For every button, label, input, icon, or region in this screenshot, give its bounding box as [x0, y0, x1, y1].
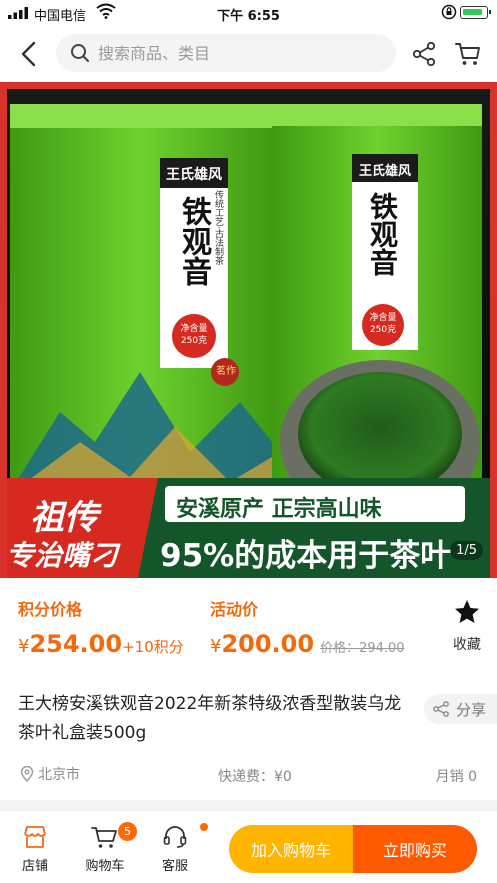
share-icon	[433, 701, 449, 717]
store-tab[interactable]: 店铺	[10, 825, 60, 874]
points-price-block: 积分价格 ¥254.00+10积分	[18, 596, 184, 658]
monthly-sales: 月销 0	[435, 769, 477, 785]
favorite-button[interactable]: 收藏	[444, 598, 490, 654]
search-icon	[71, 44, 89, 62]
currency-symbol: ¥	[210, 636, 222, 657]
headset-icon	[163, 826, 187, 848]
original-price: 价格：294.00	[320, 641, 405, 656]
service-tab[interactable]: 客服	[150, 825, 200, 874]
share-chip-button[interactable]: 分享	[424, 694, 497, 724]
top-nav-bar	[0, 26, 497, 82]
add-to-cart-button[interactable]: 加入购物车	[229, 825, 353, 873]
promo-price-block: 活动价 ¥200.00 价格：294.00	[210, 596, 405, 658]
service-label: 客服	[161, 859, 188, 874]
product-title: 王大榜安溪铁观音2022年新茶特级浓香型散装乌龙茶叶礼盒装500g	[18, 694, 402, 743]
points-price-amount: 254.00	[29, 630, 123, 658]
promo-price-value: ¥200.00 价格：294.00	[210, 630, 405, 658]
shipping-fee: 快递费：¥0	[218, 769, 292, 785]
promo-price-amount: 200.00	[221, 630, 315, 658]
points-extra: +10积分	[122, 638, 184, 656]
cart-count-badge: 5	[118, 822, 137, 841]
section-divider	[0, 800, 497, 810]
currency-symbol: ¥	[18, 636, 30, 657]
location-text: 北京市	[38, 767, 80, 783]
store-label: 店铺	[21, 859, 48, 874]
promo-price-label: 活动价	[210, 600, 259, 619]
title-section: 王大榜安溪铁观音2022年新茶特级浓香型散装乌龙茶叶礼盒装500g 分享	[0, 670, 497, 760]
back-icon[interactable]	[14, 38, 44, 70]
cart-icon[interactable]	[454, 40, 482, 68]
search-bar[interactable]	[56, 34, 396, 72]
status-bar: 中国电信 下午 6:55	[0, 0, 497, 26]
store-icon	[24, 826, 46, 848]
points-price-label: 积分价格	[18, 600, 83, 619]
location-pin-icon	[20, 766, 34, 782]
battery-icon	[460, 6, 491, 19]
location: 北京市	[20, 764, 80, 784]
star-icon	[455, 600, 479, 623]
search-input[interactable]	[98, 34, 383, 72]
bottom-action-bar: 店铺 购物车 5 客服 加入购物车 立即购买	[0, 810, 497, 883]
clock: 下午 6:55	[217, 9, 280, 24]
red-frame	[0, 82, 497, 578]
rotation-lock-icon	[441, 4, 457, 20]
cart-label: 购物车	[85, 859, 125, 874]
favorite-label: 收藏	[453, 637, 481, 653]
cart-icon	[91, 827, 117, 848]
points-price-value: ¥254.00+10积分	[18, 630, 184, 658]
buy-now-button[interactable]: 立即购买	[353, 825, 477, 873]
meta-row: 北京市 快递费：¥0 月销 0	[0, 760, 497, 792]
share-icon[interactable]	[410, 40, 438, 68]
product-image-carousel[interactable]: 王氏雄风 王氏雄风 铁观音 铁观音 传统工艺·古法制茶 净含量250克 净含量2…	[0, 82, 497, 578]
share-label: 分享	[456, 701, 487, 719]
page-indicator: 1/5	[450, 541, 483, 560]
price-section: 积分价格 ¥254.00+10积分 活动价 ¥200.00 价格：294.00 收…	[0, 578, 497, 670]
service-notification-dot	[200, 823, 208, 831]
